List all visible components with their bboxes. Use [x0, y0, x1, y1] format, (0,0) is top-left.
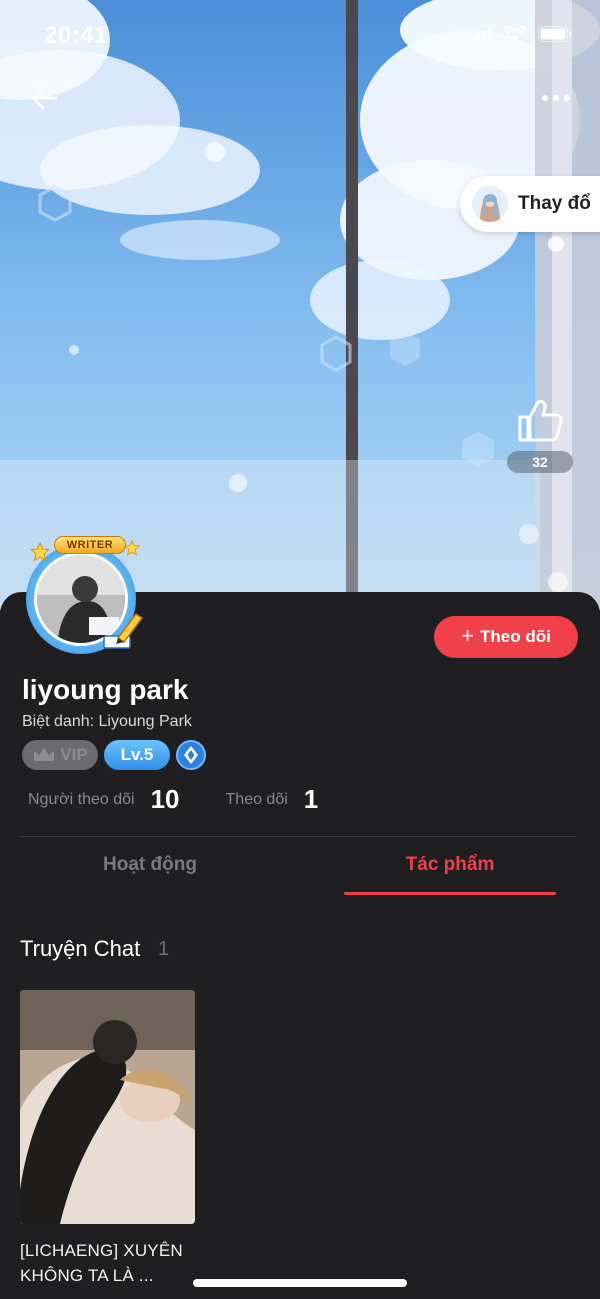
story-cover-image	[20, 990, 195, 1224]
nickname: Biệt danh: Liyoung Park	[22, 713, 192, 730]
story-title: [LICHAENG] XUYÊN KHÔNG TA LÀ ...	[20, 1241, 183, 1285]
story-card[interactable]: [LICHAENG] XUYÊN KHÔNG TA LÀ ...	[20, 990, 195, 1288]
vip-badge[interactable]: VIP	[22, 740, 98, 770]
thumbs-up-icon	[518, 399, 563, 442]
battery-icon	[538, 26, 572, 42]
level-badge[interactable]: Lv.5	[104, 740, 170, 770]
followers-count[interactable]: 10	[151, 784, 180, 815]
more-dots-icon	[542, 95, 570, 101]
change-cover-button[interactable]: Thay đổ	[460, 176, 600, 232]
more-options-button[interactable]	[536, 80, 576, 116]
following-label[interactable]: Theo dõi	[226, 791, 288, 809]
pen-icon	[103, 612, 144, 649]
active-tab-indicator	[344, 892, 556, 895]
change-cover-label: Thay đổ	[518, 193, 591, 214]
star-icon	[124, 540, 140, 556]
follow-label: Theo dõi	[480, 627, 551, 646]
writer-badge: WRITER	[54, 536, 126, 554]
vip-label: VIP	[60, 745, 88, 764]
section-title: Truyện Chat	[20, 936, 141, 961]
follow-stats: Người theo dõi 10 Theo dõi 1	[28, 784, 318, 815]
username: liyoung park	[22, 674, 189, 705]
follow-button[interactable]: + Theo dõi	[434, 616, 578, 658]
gem-badge[interactable]	[176, 740, 206, 770]
like-button[interactable]: 32	[506, 398, 574, 473]
home-indicator[interactable]	[193, 1279, 407, 1287]
user-avatar[interactable]: WRITER	[18, 536, 144, 654]
plus-icon: +	[461, 623, 475, 648]
status-icons	[470, 26, 572, 42]
badge-row: VIP Lv.5	[22, 740, 206, 770]
star-icon	[30, 542, 50, 562]
tab-activity[interactable]: Hoạt động	[48, 854, 252, 876]
status-bar: 20:41	[0, 0, 600, 72]
cover-illustration	[0, 0, 600, 610]
wifi-icon	[504, 26, 526, 41]
change-cover-avatar-icon	[472, 186, 508, 222]
following-count[interactable]: 1	[304, 784, 318, 815]
tab-works[interactable]: Tác phẩm	[344, 854, 556, 876]
arrow-left-icon	[31, 86, 57, 110]
divider	[20, 836, 576, 837]
section-count: 1	[158, 938, 170, 960]
back-button[interactable]	[24, 78, 64, 118]
status-time: 20:41	[44, 22, 108, 49]
gem-icon	[184, 746, 198, 764]
crown-icon	[34, 748, 55, 761]
like-count: 32	[507, 451, 573, 473]
followers-label[interactable]: Người theo dõi	[28, 791, 135, 809]
profile-cover-banner: 20:41 Thay đổ 32	[0, 0, 600, 610]
cellular-signal-icon	[470, 26, 492, 42]
